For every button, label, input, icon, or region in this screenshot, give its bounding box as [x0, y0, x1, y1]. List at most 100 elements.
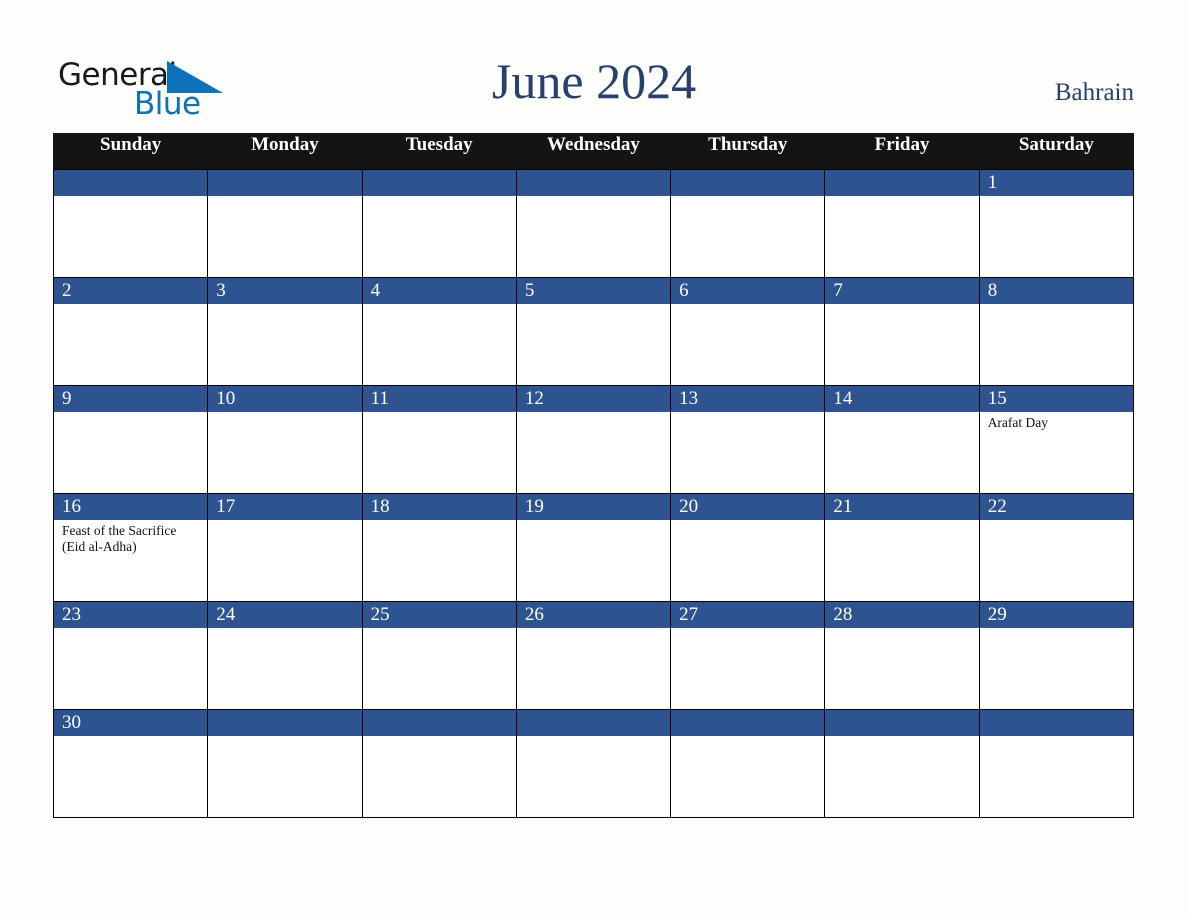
- day-number: [362, 710, 516, 736]
- day-cell-inner: 30: [54, 710, 208, 817]
- calendar-day-cell[interactable]: 18: [361, 493, 517, 602]
- day-events: [825, 304, 979, 385]
- calendar-header-row: Sunday Monday Tuesday Wednesday Thursday…: [52, 133, 1135, 170]
- calendar-day-cell[interactable]: 3: [207, 277, 363, 386]
- calendar-day-cell[interactable]: [978, 709, 1135, 818]
- weekday-header-friday: Friday: [824, 133, 980, 170]
- calendar-table: Sunday Monday Tuesday Wednesday Thursday…: [52, 133, 1135, 818]
- day-cell-inner: 11: [362, 386, 516, 493]
- calendar-day-cell[interactable]: 26: [515, 601, 672, 710]
- calendar-day-cell[interactable]: 4: [361, 277, 517, 386]
- day-cell-inner: 27: [671, 602, 825, 709]
- day-cell-inner: 21: [825, 494, 979, 601]
- holiday-event: Arafat Day: [987, 415, 1049, 430]
- calendar-day-cell[interactable]: [670, 709, 826, 818]
- day-cell-inner: 14: [825, 386, 979, 493]
- day-cell-inner: 24: [208, 602, 362, 709]
- calendar-day-cell[interactable]: 29: [978, 601, 1135, 710]
- country-label: Bahrain: [1054, 79, 1134, 106]
- calendar-day-cell[interactable]: 16 Feast of the Sacrifice (Eid al-Adha): [52, 493, 209, 602]
- day-events: [362, 736, 516, 817]
- calendar-day-cell[interactable]: [361, 709, 517, 818]
- day-events: [54, 196, 208, 277]
- calendar-day-cell[interactable]: 12: [515, 385, 672, 494]
- day-cell-inner: 18: [362, 494, 516, 601]
- calendar-day-cell[interactable]: [824, 169, 980, 278]
- calendar-day-cell[interactable]: [361, 169, 517, 278]
- day-events: [362, 196, 516, 277]
- day-cell-inner: 3: [208, 278, 362, 385]
- calendar-day-cell[interactable]: 17: [207, 493, 363, 602]
- calendar-day-cell[interactable]: 20: [670, 493, 826, 602]
- weekday-header-saturday: Saturday: [978, 133, 1135, 170]
- calendar-day-cell[interactable]: 15 Arafat Day: [978, 385, 1135, 494]
- calendar-day-cell[interactable]: 27: [670, 601, 826, 710]
- calendar-day-cell[interactable]: 10: [207, 385, 363, 494]
- day-cell-inner: [671, 170, 825, 277]
- day-cell-inner: [516, 710, 671, 817]
- calendar-day-cell[interactable]: 23: [52, 601, 209, 710]
- calendar-day-cell[interactable]: 7: [824, 277, 980, 386]
- calendar-day-cell[interactable]: [515, 169, 672, 278]
- calendar-day-cell[interactable]: [52, 169, 209, 278]
- calendar-day-cell[interactable]: [207, 169, 363, 278]
- day-number: 3: [208, 278, 362, 304]
- weekday-header-wednesday: Wednesday: [515, 133, 672, 170]
- day-number: [516, 710, 671, 736]
- day-events: [671, 304, 825, 385]
- day-number: 24: [208, 602, 362, 628]
- calendar-day-cell[interactable]: 13: [670, 385, 826, 494]
- day-events: [208, 304, 362, 385]
- day-events: [825, 520, 979, 601]
- day-number: [516, 170, 671, 196]
- day-number: 8: [979, 278, 1133, 304]
- calendar-day-cell[interactable]: 8: [978, 277, 1135, 386]
- weekday-header-tuesday: Tuesday: [361, 133, 517, 170]
- calendar-day-cell[interactable]: 6: [670, 277, 826, 386]
- day-events: Arafat Day: [979, 412, 1133, 493]
- day-events: [825, 196, 979, 277]
- calendar-day-cell[interactable]: 22: [978, 493, 1135, 602]
- calendar-day-cell[interactable]: 19: [515, 493, 672, 602]
- day-cell-inner: 13: [671, 386, 825, 493]
- day-cell-inner: [362, 170, 516, 277]
- calendar-day-cell[interactable]: [824, 709, 980, 818]
- day-cell-inner: [516, 170, 671, 277]
- day-number: 15: [979, 386, 1133, 412]
- calendar-page: General Blue June 2024 Bahrain Sunday Mo…: [0, 0, 1188, 918]
- weekday-header-monday: Monday: [207, 133, 363, 170]
- day-events: [362, 304, 516, 385]
- calendar-day-cell[interactable]: 11: [361, 385, 517, 494]
- day-cell-inner: 29: [979, 602, 1133, 709]
- day-number: 28: [825, 602, 979, 628]
- calendar-day-cell[interactable]: 24: [207, 601, 363, 710]
- day-number: 21: [825, 494, 979, 520]
- day-number: [671, 170, 825, 196]
- calendar-day-cell[interactable]: 21: [824, 493, 980, 602]
- calendar-day-cell[interactable]: 5: [515, 277, 672, 386]
- weekday-header-sunday: Sunday: [52, 133, 209, 170]
- day-cell-inner: 9: [54, 386, 208, 493]
- calendar-day-cell[interactable]: 9: [52, 385, 209, 494]
- calendar-day-cell[interactable]: 25: [361, 601, 517, 710]
- day-number: [979, 710, 1133, 736]
- day-cell-inner: 26: [516, 602, 671, 709]
- day-events: [671, 412, 825, 493]
- calendar-day-cell[interactable]: 14: [824, 385, 980, 494]
- day-number: 2: [54, 278, 208, 304]
- day-events: [979, 520, 1133, 601]
- day-number: 25: [362, 602, 516, 628]
- calendar-week-row: 1: [52, 169, 1135, 278]
- day-number: [208, 170, 362, 196]
- day-number: 29: [979, 602, 1133, 628]
- calendar-day-cell[interactable]: 1: [978, 169, 1135, 278]
- day-events: [362, 628, 516, 709]
- calendar-week-row: 30: [52, 709, 1135, 818]
- calendar-day-cell[interactable]: 30: [52, 709, 209, 818]
- calendar-day-cell[interactable]: [670, 169, 826, 278]
- calendar-day-cell[interactable]: 28: [824, 601, 980, 710]
- calendar-day-cell[interactable]: [207, 709, 363, 818]
- day-events: [516, 628, 671, 709]
- calendar-day-cell[interactable]: 2: [52, 277, 209, 386]
- calendar-day-cell[interactable]: [515, 709, 672, 818]
